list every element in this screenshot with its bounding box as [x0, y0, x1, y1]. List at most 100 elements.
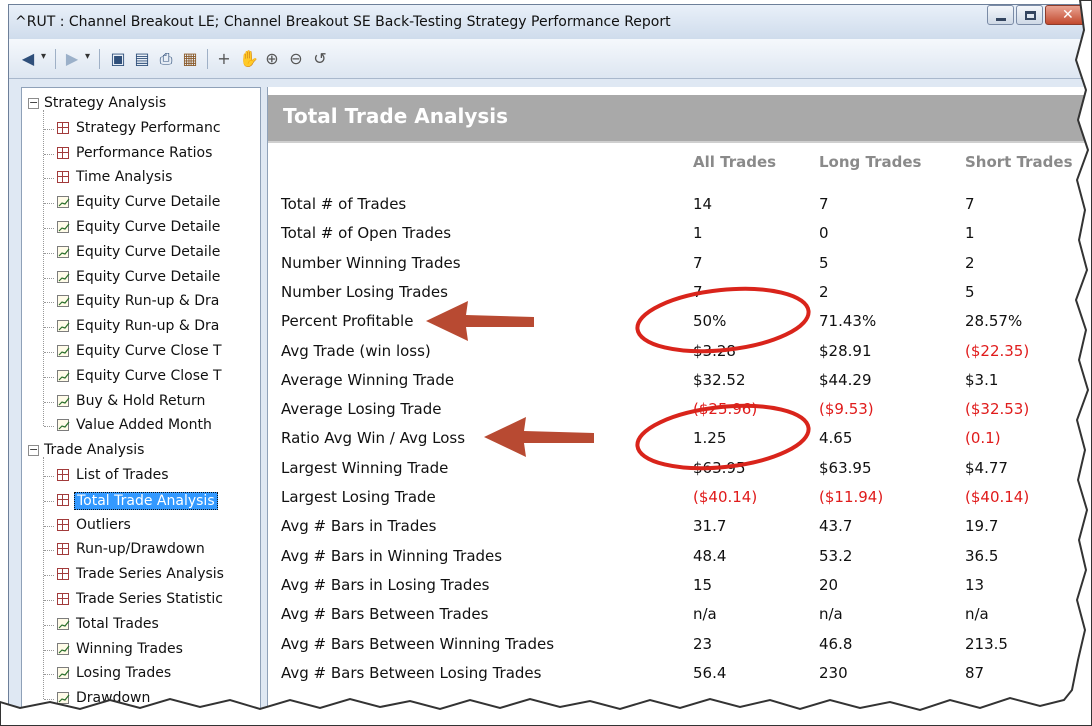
chart-report-icon — [57, 320, 70, 333]
tree-connector — [44, 327, 54, 329]
save-icon[interactable]: ▣ — [109, 50, 127, 68]
tree-item-1-8[interactable]: Losing Trades — [22, 662, 260, 686]
table-cell: ($40.14) — [693, 488, 758, 506]
row-label: Avg # Bars in Losing Trades — [281, 575, 490, 594]
tree-item-1-7[interactable]: Winning Trades — [22, 638, 260, 662]
section-title: Total Trade Analysis — [283, 104, 509, 128]
tree-item-1-0[interactable]: List of Trades — [22, 464, 260, 488]
tree-group-label: Trade Analysis — [44, 442, 145, 459]
tree-item-1-1[interactable]: Total Trade Analysis — [22, 489, 260, 513]
tree-item-0-9[interactable]: Equity Curve Close T — [22, 340, 260, 364]
tree-connector — [44, 128, 54, 130]
tree-item-1-3[interactable]: Run-up/Drawdown — [22, 538, 260, 562]
tree-item-label: Equity Curve Detaile — [76, 243, 221, 260]
table-cell: 7 — [819, 195, 829, 213]
column-header: Long Trades — [819, 153, 922, 171]
row-label: Avg # Bars Between Winning Trades — [281, 634, 555, 653]
zoom-in-icon[interactable]: ⊕ — [263, 50, 281, 68]
tree-item-0-3[interactable]: Equity Curve Detaile — [22, 191, 260, 215]
chart-report-icon — [57, 642, 70, 655]
maximize-button[interactable] — [1016, 5, 1043, 25]
tree-item-0-11[interactable]: Buy & Hold Return — [22, 390, 260, 414]
tree-item-label: Equity Curve Detaile — [76, 268, 221, 285]
hand-pan-icon[interactable]: ✋ — [239, 50, 259, 68]
table-cell: 1.25 — [693, 429, 727, 448]
zoom-out-icon[interactable]: ⊖ — [287, 50, 305, 68]
tree-item-label: Equity Curve Detaile — [76, 219, 221, 235]
tree-item-label: Trade Series Analysis — [76, 566, 224, 583]
print-preview-icon[interactable]: ▤ — [133, 50, 151, 68]
back-dropdown-icon[interactable]: ▾ — [41, 51, 46, 62]
tree-item-label: Strategy Performanc — [76, 119, 221, 136]
chart-report-icon — [57, 196, 70, 209]
table-cell: 46.8 — [819, 634, 853, 653]
tree-item-0-4[interactable]: Equity Curve Detaile — [22, 216, 260, 240]
tree-connector — [44, 525, 54, 527]
tree-item-0-2[interactable]: Time Analysis — [22, 166, 260, 190]
tree-connector — [44, 228, 54, 229]
tree-connector — [44, 500, 54, 502]
chart-report-icon — [57, 295, 70, 308]
tree-item-0-0[interactable]: Strategy Performanc — [22, 117, 260, 141]
table-cell: $44.29 — [819, 370, 872, 389]
tree-item-0-12[interactable]: Value Added Month — [22, 414, 260, 438]
table-cell: 1 — [693, 224, 703, 243]
table-cell: $28.91 — [819, 341, 872, 360]
toolbar: ◀ ▾ ▶ ▾ ▣ ▤ ⎙ ▦ + ✋ ⊕ ⊖ ↺ — [9, 39, 1091, 79]
tree-item-0-8[interactable]: Equity Run-up & Dra — [22, 315, 260, 339]
tree-item-1-4[interactable]: Trade Series Analysis — [22, 563, 260, 587]
row-label: Avg # Bars Between Trades — [281, 605, 489, 624]
minimize-button[interactable] — [987, 5, 1014, 25]
forward-arrow-icon[interactable]: ▶ — [63, 50, 81, 68]
tree-item-0-5[interactable]: Equity Curve Detaile — [22, 241, 260, 265]
tree-connector — [44, 550, 54, 552]
print-icon[interactable]: ⎙ — [157, 50, 175, 68]
table-cell: ($25.96) — [693, 400, 758, 419]
tree-item-label: Performance Ratios — [76, 144, 213, 161]
tree-item-1-6[interactable]: Total Trades — [22, 613, 260, 637]
table-cell: 13 — [965, 575, 985, 594]
collapse-icon[interactable]: − — [28, 444, 39, 457]
tree-item-0-1[interactable]: Performance Ratios — [22, 142, 260, 166]
forward-dropdown-icon[interactable]: ▾ — [85, 51, 90, 62]
tree-connector — [44, 178, 54, 180]
tree-item-0-7[interactable]: Equity Run-up & Dra — [22, 290, 260, 314]
tree-connector — [44, 252, 54, 254]
table-cell: n/a — [819, 605, 843, 624]
collapse-icon[interactable]: − — [28, 97, 39, 109]
table-cell: 4.65 — [819, 429, 853, 448]
table-cell: 36.5 — [965, 546, 999, 565]
crosshair-icon[interactable]: + — [215, 50, 233, 68]
table-cell: ($9.53) — [819, 400, 874, 419]
tree-item-label: Drawdown — [76, 690, 151, 707]
table-cell: 31.7 — [693, 517, 727, 536]
tree-item-label: List of Trades — [76, 467, 169, 483]
table-cell: 56.4 — [693, 663, 727, 682]
table-cell: 53.2 — [819, 546, 853, 565]
tree-connector — [44, 649, 54, 651]
chart-report-icon — [57, 369, 70, 382]
table-cell: 23 — [693, 634, 713, 653]
back-arrow-icon[interactable]: ◀ — [19, 50, 37, 68]
tree-item-0-6[interactable]: Equity Curve Detaile — [22, 266, 260, 290]
table-cell: 2 — [819, 282, 829, 301]
table-view-icon[interactable]: ▦ — [181, 50, 199, 68]
chart-report-icon — [57, 394, 70, 407]
tree-item-1-5[interactable]: Trade Series Statistic — [22, 588, 260, 612]
row-label: Number Winning Trades — [281, 253, 461, 272]
tree-connector — [44, 624, 54, 626]
reset-zoom-icon[interactable]: ↺ — [311, 50, 329, 68]
tree-item-label: Time Analysis — [76, 169, 173, 186]
table-cell: 7 — [693, 253, 703, 272]
table-cell: $32.52 — [693, 370, 746, 389]
report-tree[interactable]: − Strategy Analysis Strategy Performanc Per… — [21, 87, 261, 721]
tree-item-0-10[interactable]: Equity Curve Close T — [22, 365, 260, 389]
tree-item-1-2[interactable]: Outliers — [22, 514, 260, 538]
close-button[interactable]: ✕ — [1045, 5, 1089, 25]
tree-item-1-9[interactable]: Drawdown — [22, 687, 260, 711]
tree-item-label: Equity Curve Detaile — [76, 194, 221, 211]
table-report-icon — [57, 171, 69, 184]
row-label: Ratio Avg Win / Avg Loss — [281, 429, 466, 448]
row-label: Number Losing Trades — [281, 282, 448, 301]
chart-report-icon — [57, 617, 70, 630]
